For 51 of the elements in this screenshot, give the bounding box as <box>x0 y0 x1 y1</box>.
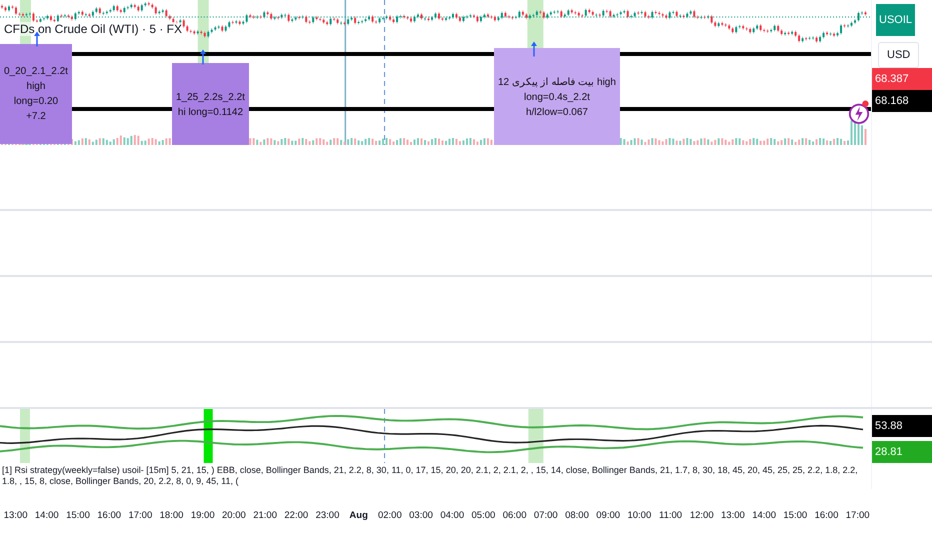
signal-bar <box>204 409 213 463</box>
time-label: 07:00 <box>532 510 559 521</box>
time-label: 02:00 <box>376 510 403 521</box>
time-label: 14:00 <box>34 510 60 521</box>
price-tag: 68.168 <box>872 90 932 112</box>
time-label: 10:00 <box>626 510 652 521</box>
time-label: 09:00 <box>595 510 622 521</box>
time-label: 05:00 <box>470 510 496 521</box>
time-label: 22:00 <box>283 510 310 521</box>
time-label: 16:00 <box>96 510 122 521</box>
time-label: 11:00 <box>658 510 684 521</box>
signal-text: h/l2low=0.067 <box>526 106 588 120</box>
time-label: 04:00 <box>439 510 466 521</box>
signal-text: hi long=0.1142 <box>178 106 244 120</box>
up-arrow-icon <box>531 40 537 58</box>
time-label: 13:00 <box>2 510 28 521</box>
signal-text: high <box>26 80 46 94</box>
time-label: 06:00 <box>502 510 528 521</box>
time-label: 19:00 <box>190 510 216 521</box>
time-label: 15:00 <box>65 510 91 521</box>
time-label: 21:00 <box>252 510 278 521</box>
time-label: 17:00 <box>127 510 154 521</box>
signal-text: long=0.20 <box>14 95 58 109</box>
time-label: 16:00 <box>814 510 840 521</box>
price-tag: 68.387 <box>872 68 932 90</box>
symbol-title: CFDs on Crude Oil (WTI) · 5 · FX <box>4 22 182 36</box>
time-label: 12:00 <box>688 510 715 521</box>
vertical-marker-line <box>384 409 386 463</box>
time-label: 03:00 <box>408 510 434 521</box>
time-label: 13:00 <box>720 510 746 521</box>
time-label: 23:00 <box>314 510 340 521</box>
signal-text: long=0.4s_2.2t <box>524 90 590 104</box>
time-label: 14:00 <box>751 510 777 521</box>
time-label: 08:00 <box>564 510 590 521</box>
signal-text: 0_20_2.1_2.2t <box>4 65 68 79</box>
lightning-icon[interactable] <box>848 98 870 126</box>
signal-text: +7.2 <box>26 110 46 124</box>
up-arrow-icon <box>34 30 40 48</box>
time-label: 17:00 <box>844 510 871 521</box>
up-arrow-icon <box>200 48 206 66</box>
indicator-legend: [1] Rsi strategy(weekly=false) usoil- [15m] 5, 21, 15, ) EBB, close, Bollinger Bands, 21, 2.2, 8, 30, 11, 0, 17, 15, 20, 20, 2.1, 2, 2.1, 2, , 15, 14, close, Bollinger Bands, 21, 1.7, 8, 30, 18, 45, 20, 45, 25, 25, 2.2, 1.8, 2.2, 1.8, , 15, 8, close, Bollinger Bands, 20, 2.2, 8, 0, 9, 45, 11, ( <box>2 465 871 487</box>
signal-text: بیت فاصله از پیکری 12 high <box>498 76 616 90</box>
value-tag: 53.88 <box>872 415 932 437</box>
time-label: Aug <box>348 510 369 521</box>
symbol-tag: USOIL <box>876 4 916 36</box>
signal-text: 1_25_2.2s_2.2t <box>176 90 245 104</box>
time-label: 18:00 <box>158 510 184 521</box>
time-label: 20:00 <box>221 510 247 521</box>
time-label: 15:00 <box>782 510 808 521</box>
highlight-band <box>528 409 544 463</box>
value-tag: 28.81 <box>872 441 932 463</box>
